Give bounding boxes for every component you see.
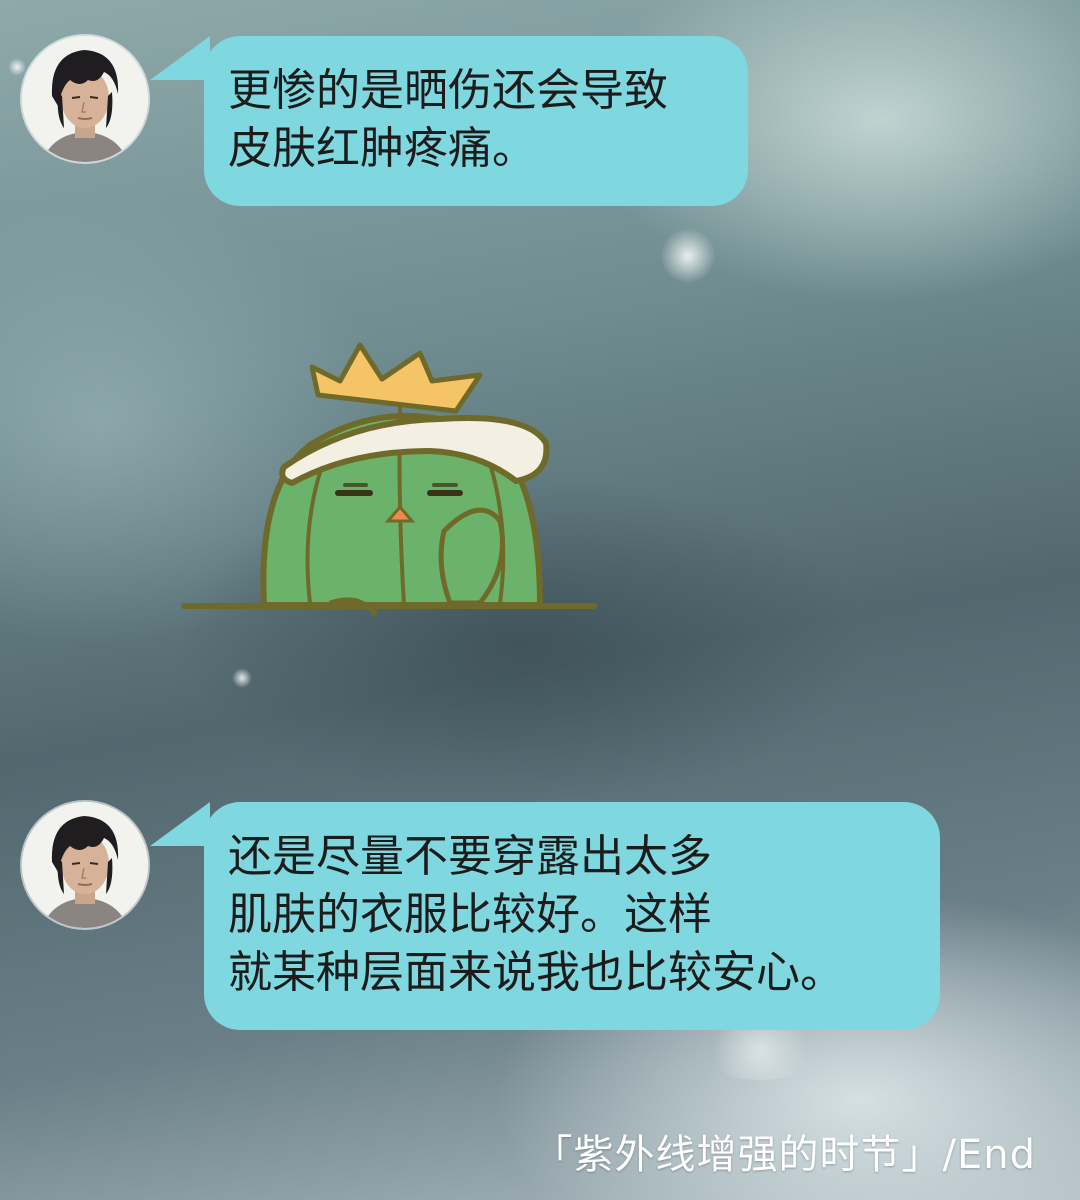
avatar[interactable] [22, 36, 148, 162]
message-text-line: 更惨的是晒伤还会导致 [228, 65, 668, 116]
cactus-mascot-sticker-icon [180, 335, 600, 635]
bubble-tail [150, 802, 210, 846]
bubble-tail [150, 36, 210, 80]
bokeh-light [660, 228, 716, 284]
avatar-portrait-icon [22, 36, 148, 162]
avatar[interactable] [22, 802, 148, 928]
bokeh-light [232, 668, 252, 688]
message-text-line: 就某种层面来说我也比较安心。 [228, 947, 844, 998]
message-bubble: 还是尽量不要穿露出太多 肌肤的衣服比较好。这样 就某种层面来说我也比较安心。 [204, 802, 940, 1030]
message-bubble: 更惨的是晒伤还会导致 皮肤红肿疼痛。 [204, 36, 748, 206]
episode-caption: 「紫外线增强的时节」/End [532, 1132, 1036, 1178]
chat-message: 还是尽量不要穿露出太多 肌肤的衣服比较好。这样 就某种层面来说我也比较安心。 [0, 796, 1080, 1036]
avatar-portrait-icon [22, 802, 148, 928]
chat-message: 更惨的是晒伤还会导致 皮肤红肿疼痛。 [0, 30, 1080, 210]
message-text-line: 皮肤红肿疼痛。 [228, 123, 536, 174]
message-text-line: 还是尽量不要穿露出太多 [228, 831, 712, 882]
message-text-line: 肌肤的衣服比较好。这样 [228, 889, 712, 940]
